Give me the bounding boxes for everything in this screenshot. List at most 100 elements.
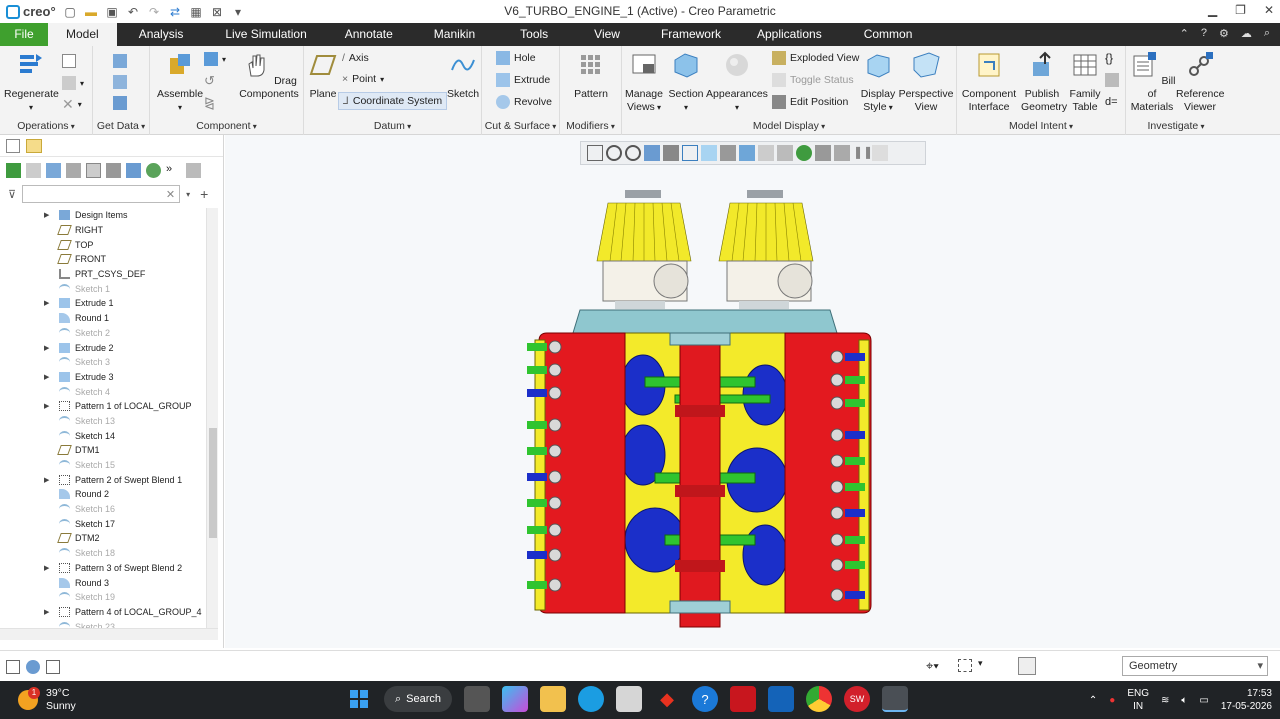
- component-interface-button[interactable]: Component Interface: [959, 50, 1019, 114]
- tree-filters-icon[interactable]: [66, 162, 81, 178]
- graphics-window[interactable]: ❚❚: [225, 135, 1280, 648]
- expand-arrow-icon[interactable]: ▶: [44, 476, 54, 484]
- reference-viewer-button[interactable]: Reference Viewer: [1176, 50, 1224, 114]
- volume-icon[interactable]: 🔈︎: [1181, 695, 1187, 706]
- plane-button[interactable]: Plane: [306, 50, 340, 101]
- browser-icon[interactable]: [26, 660, 40, 674]
- tree-item[interactable]: TOP: [0, 237, 206, 252]
- paste-button[interactable]: ▾: [62, 74, 84, 92]
- outlook-icon[interactable]: [768, 686, 794, 712]
- tab-tools[interactable]: Tools: [498, 23, 570, 46]
- tree-item[interactable]: Round 3: [0, 575, 206, 590]
- expand-arrow-icon[interactable]: ▶: [44, 211, 54, 219]
- store-icon[interactable]: [616, 686, 642, 712]
- add-icon[interactable]: +: [200, 186, 208, 202]
- tab-manikin[interactable]: Manikin: [411, 23, 498, 46]
- drag-components-button[interactable]: Drag Components: [236, 50, 302, 101]
- tree-item[interactable]: Sketch 19: [0, 590, 206, 605]
- table-icon[interactable]: [126, 162, 141, 178]
- highlight-icon[interactable]: [146, 162, 161, 178]
- sketch-button[interactable]: Sketch: [446, 50, 480, 101]
- help-app-icon[interactable]: ?: [692, 686, 718, 712]
- delete-button[interactable]: ✕ ▾: [62, 95, 82, 113]
- start-icon[interactable]: [346, 686, 372, 712]
- copy-button[interactable]: [62, 52, 76, 70]
- task-view-icon[interactable]: [464, 686, 490, 712]
- search-dropdown-icon[interactable]: ▾: [186, 190, 190, 199]
- clear-search-icon[interactable]: ✕: [166, 188, 175, 201]
- weather-widget[interactable]: 1 39°C Sunny: [18, 687, 76, 713]
- tab-annotate[interactable]: Annotate: [327, 23, 411, 46]
- model-intent-label[interactable]: Model Intent: [957, 120, 1125, 132]
- show-tree-icon[interactable]: [6, 660, 20, 674]
- point-button[interactable]: × Point ▾: [342, 70, 384, 88]
- find-icon[interactable]: ⌖▾: [926, 658, 939, 674]
- full-screen-icon[interactable]: [46, 660, 60, 674]
- modifiers-label[interactable]: Modifiers: [560, 120, 621, 132]
- bill-of-materials-button[interactable]: Bill of Materials: [1128, 50, 1176, 114]
- file-explorer-icon[interactable]: [540, 686, 566, 712]
- expand-arrow-icon[interactable]: ▶: [44, 402, 54, 410]
- tree-item[interactable]: Sketch 16: [0, 502, 206, 517]
- redo-icon[interactable]: ↷: [146, 5, 162, 19]
- tree-item[interactable]: Round 1: [0, 311, 206, 326]
- selection-mode-icon[interactable]: [1018, 657, 1036, 675]
- investigate-label[interactable]: Investigate: [1126, 120, 1226, 132]
- engine-3d-model[interactable]: [225, 135, 1280, 648]
- expand-arrow-icon[interactable]: ▶: [44, 373, 54, 381]
- tree-item[interactable]: DTM1: [0, 443, 206, 458]
- parameters-button[interactable]: {}: [1105, 49, 1113, 67]
- tree-item[interactable]: RIGHT: [0, 223, 206, 238]
- tree-item[interactable]: Sketch 3: [0, 355, 206, 370]
- exploded-view-button[interactable]: Exploded View: [772, 49, 859, 67]
- tab-common[interactable]: Common: [841, 23, 936, 46]
- search-icon[interactable]: ⌕: [1264, 27, 1270, 40]
- selection-filter-select[interactable]: Geometry: [1122, 656, 1268, 676]
- show-icon[interactable]: [26, 162, 41, 178]
- model-tree-tab-icon[interactable]: [6, 138, 20, 153]
- filter-icon[interactable]: ⊽: [8, 188, 16, 201]
- tree-item[interactable]: Sketch 1: [0, 281, 206, 296]
- assemble-button[interactable]: Assemble ▾: [154, 50, 206, 114]
- model-tree-icon[interactable]: [6, 162, 21, 178]
- datum-label[interactable]: Datum: [304, 120, 481, 132]
- mcafee-icon[interactable]: [730, 686, 756, 712]
- tab-applications[interactable]: Applications: [738, 23, 841, 46]
- regenerate-icon[interactable]: ⇄: [167, 5, 183, 19]
- model-display-label[interactable]: Model Display: [622, 120, 956, 132]
- expand-arrow-icon[interactable]: ▶: [44, 299, 54, 307]
- save-icon[interactable]: ▣: [104, 5, 120, 19]
- component-label[interactable]: Component: [150, 120, 303, 132]
- insert-mode-icon[interactable]: [106, 162, 121, 178]
- tree-item[interactable]: Sketch 17: [0, 516, 206, 531]
- more-icon[interactable]: »: [166, 163, 181, 178]
- tab-live-simulation[interactable]: Live Simulation: [205, 23, 326, 46]
- tree-vertical-scrollbar[interactable]: [206, 208, 218, 628]
- clock[interactable]: 17:53 17-05-2026: [1221, 687, 1272, 713]
- selection-box-icon[interactable]: [958, 659, 972, 672]
- cut-surface-label[interactable]: Cut & Surface: [482, 120, 559, 132]
- tree-item[interactable]: Sketch 4: [0, 384, 206, 399]
- tree-item[interactable]: Sketch 13: [0, 414, 206, 429]
- tab-view[interactable]: View: [570, 23, 644, 46]
- layer-tree-tab-icon[interactable]: [26, 138, 42, 153]
- windows-icon[interactable]: ▦: [188, 5, 204, 19]
- pattern-button[interactable]: Pattern: [570, 50, 612, 101]
- customize-chevron-icon[interactable]: ▾: [230, 5, 246, 19]
- display-style-button[interactable]: Display Style ▾: [858, 50, 898, 114]
- revolve-button[interactable]: Revolve: [496, 93, 552, 111]
- repeat-button[interactable]: ↺: [204, 72, 215, 90]
- tree-item[interactable]: ▶ Design Items: [0, 208, 206, 223]
- tree-item[interactable]: FRONT: [0, 252, 206, 267]
- tree-item[interactable]: ▶ Extrude 1: [0, 296, 206, 311]
- tree-item[interactable]: ▶ Pattern 2 of Swept Blend 1: [0, 472, 206, 487]
- selection-chevron-icon[interactable]: ▾: [978, 658, 983, 669]
- minimize-ribbon-icon[interactable]: ⌃: [1180, 27, 1189, 40]
- tree-horizontal-scrollbar[interactable]: [0, 628, 218, 640]
- copy-geometry-button[interactable]: [113, 73, 127, 91]
- family-table-button[interactable]: Family Table: [1065, 50, 1105, 114]
- tree-item[interactable]: Sketch 2: [0, 326, 206, 341]
- mirror-component-button[interactable]: ⧎: [204, 94, 215, 112]
- tray-chevron-icon[interactable]: ⌃: [1089, 695, 1097, 706]
- chrome-icon[interactable]: [806, 686, 832, 712]
